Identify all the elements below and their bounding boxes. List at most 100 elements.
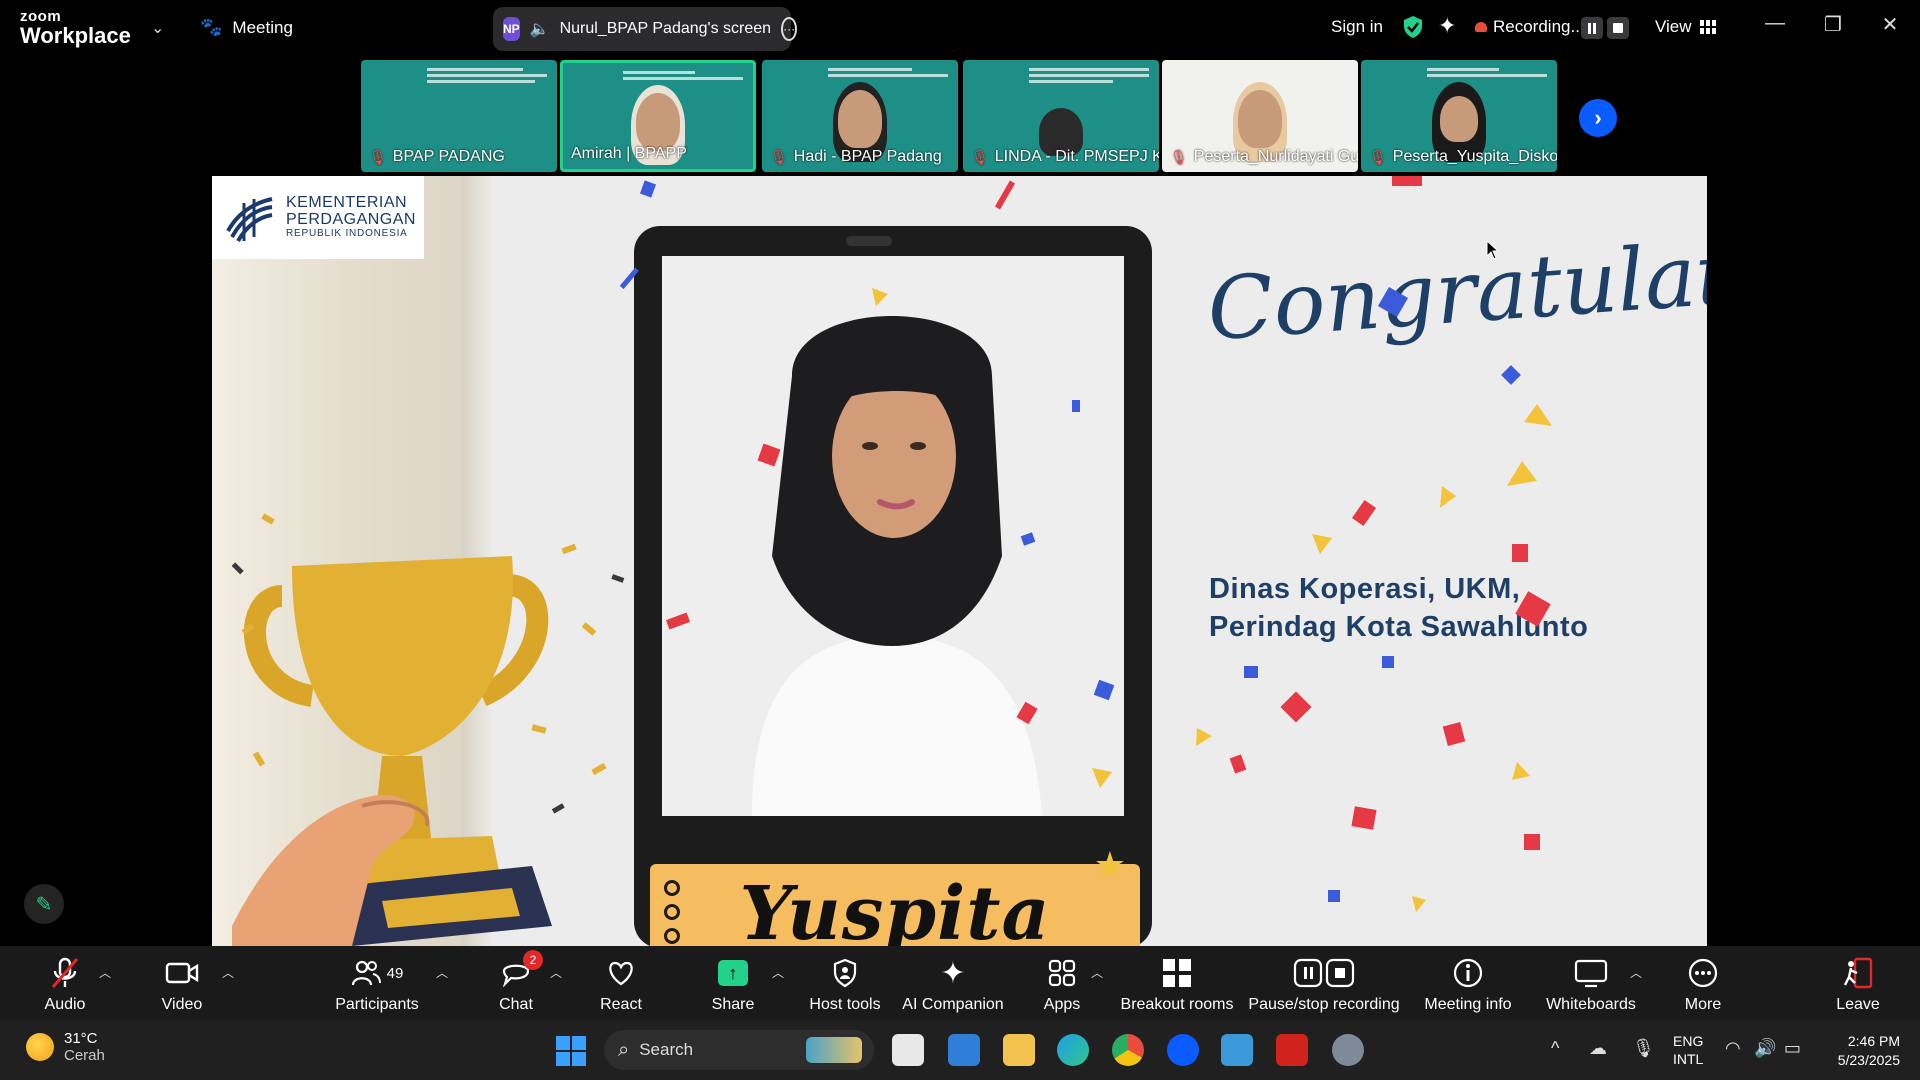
pause-stop-icon — [1293, 956, 1355, 990]
ai-sparkle-icon[interactable]: ✦ — [1438, 13, 1456, 39]
tile-content — [1029, 68, 1149, 86]
pause-stop-recording-button[interactable]: Pause/stop recording — [1248, 956, 1400, 1014]
apps-options-caret[interactable]: ︿ — [1091, 964, 1103, 981]
zoom-title-bar: zoom Workplace ⌄ 🐾 Meeting NP 🔈 Nurul_BP… — [0, 0, 1920, 56]
mic-muted-icon — [50, 956, 80, 990]
chat-icon: 2 — [501, 950, 543, 990]
battery-icon[interactable]: ▭ — [1784, 1038, 1801, 1059]
recording-indicator[interactable]: Recording... — [1475, 17, 1585, 37]
more-button[interactable]: More — [1638, 956, 1768, 1014]
volume-icon[interactable]: 🔊 — [1754, 1038, 1776, 1059]
minimize-icon[interactable]: — — [1760, 12, 1790, 35]
mic-muted-icon: 🎙 — [1170, 148, 1188, 165]
more-options-icon[interactable]: ··· — [781, 17, 798, 41]
participant-tile[interactable]: 🎙 Hadi - BPAP Padang — [762, 60, 958, 172]
participants-button[interactable]: 49 Participants — [312, 956, 442, 1014]
windows-start-icon[interactable] — [556, 1036, 586, 1066]
participant-face — [1440, 96, 1478, 142]
apps-label: Apps — [1043, 996, 1081, 1013]
language-variant: INTL — [1673, 1051, 1704, 1068]
whiteboard-icon — [1574, 956, 1608, 990]
participant-tile[interactable]: 🎙 Peserta_Yuspita_Disko... — [1361, 60, 1557, 172]
leave-door-icon — [1841, 956, 1875, 990]
meeting-menu[interactable]: 🐾 Meeting — [200, 17, 293, 38]
participant-tile[interactable]: 🎙 Peserta_Nurlidayati Gu... — [1162, 60, 1358, 172]
ai-companion-label: AI Companion — [902, 996, 1004, 1013]
edge-browser-icon[interactable] — [1057, 1034, 1089, 1066]
settings-gear-icon[interactable] — [1332, 1034, 1364, 1066]
acrobat-reader-icon[interactable] — [1276, 1034, 1308, 1066]
video-camera-icon — [165, 956, 199, 990]
zoom-workplace-logo[interactable]: zoom Workplace — [20, 9, 131, 47]
confetti-decoration — [619, 176, 1552, 912]
tile-content — [1427, 68, 1547, 80]
tray-overflow-chevron-icon[interactable]: ^ — [1551, 1038, 1559, 1059]
view-menu[interactable]: View — [1655, 17, 1716, 37]
recording-label: Recording... — [1493, 17, 1585, 36]
mic-muted-icon: 🎙 — [971, 148, 989, 165]
whiteboards-label: Whiteboards — [1546, 996, 1636, 1013]
wifi-icon[interactable]: ◠ — [1725, 1038, 1741, 1059]
close-icon[interactable]: ✕ — [1875, 12, 1905, 37]
input-language[interactable]: ENG INTL — [1673, 1032, 1703, 1068]
sign-in-link[interactable]: Sign in — [1331, 17, 1383, 37]
task-view-icon[interactable] — [892, 1034, 924, 1066]
video-options-caret[interactable]: ︿ — [222, 964, 234, 981]
annotate-button[interactable]: ✎ — [24, 884, 64, 924]
sharer-avatar: NP — [503, 17, 520, 41]
microsoft-store-icon[interactable] — [948, 1034, 980, 1066]
leave-button[interactable]: Leave — [1793, 956, 1920, 1014]
mic-muted-icon: 🎙 — [770, 148, 788, 165]
participant-name: Hadi - BPAP Padang — [793, 148, 942, 165]
shared-screen: KEMENTERIAN PERDAGANGAN REPUBLIK INDONES… — [212, 176, 1707, 946]
chrome-browser-icon[interactable] — [1112, 1034, 1144, 1066]
apps-button[interactable]: Apps — [997, 956, 1127, 1014]
pause-recording-button[interactable] — [1581, 17, 1603, 39]
onedrive-icon[interactable]: ☁ — [1589, 1038, 1607, 1059]
pencil-icon: ✎ — [35, 893, 53, 916]
system-clock[interactable]: 2:46 PM 5/23/2025 — [1820, 1032, 1900, 1070]
taskbar-search[interactable]: ⌕ Search — [604, 1030, 874, 1070]
participant-face — [838, 90, 882, 148]
breakout-rooms-label: Breakout rooms — [1120, 996, 1234, 1013]
participant-tile[interactable]: 🎙 BPAP PADANG — [361, 60, 557, 172]
participants-options-caret[interactable]: ︿ — [436, 964, 448, 981]
restore-icon[interactable]: ❐ — [1818, 12, 1848, 37]
share-text: Nurul_BPAP Padang's screen — [559, 20, 772, 37]
react-button[interactable]: React — [556, 956, 686, 1014]
filmstrip-next-button[interactable]: › — [1579, 99, 1617, 137]
zoom-app-icon[interactable] — [1167, 1034, 1199, 1066]
security-shield-icon[interactable] — [1402, 15, 1424, 39]
share-label: Share — [711, 996, 755, 1013]
screen-share-indicator[interactable]: NP 🔈 Nurul_BPAP Padang's screen ··· — [493, 7, 798, 51]
participants-icon: 49 — [351, 956, 404, 990]
participant-tile-active-speaker[interactable]: Amirah | BPAPP — [560, 60, 756, 172]
audio-options-caret[interactable]: ︿ — [99, 964, 111, 981]
photos-app-icon[interactable] — [1221, 1034, 1253, 1066]
heart-icon — [606, 956, 636, 990]
apps-icon — [1047, 956, 1077, 990]
participant-count: 49 — [386, 964, 404, 982]
stop-recording-button[interactable] — [1607, 17, 1629, 39]
breakout-rooms-button[interactable]: Breakout rooms — [1112, 956, 1242, 1014]
microphone-icon[interactable]: 🎙 — [1632, 1038, 1655, 1059]
ai-sparkle-icon: ✦ — [940, 956, 966, 990]
more-icon — [1687, 956, 1719, 990]
participant-tile[interactable]: 🎙 LINDA - Dit. PMSEPJ K... — [963, 60, 1159, 172]
breakout-rooms-icon — [1161, 956, 1193, 990]
pause-stop-label: Pause/stop recording — [1248, 996, 1400, 1013]
info-icon — [1452, 956, 1484, 990]
file-explorer-icon[interactable] — [1003, 1034, 1035, 1066]
chevron-down-icon[interactable]: ⌄ — [151, 18, 164, 38]
pause-icon — [1588, 22, 1596, 34]
paw-icon: 🐾 — [200, 17, 223, 37]
language-code: ENG — [1673, 1033, 1704, 1049]
share-screen-icon: ↑ — [718, 960, 748, 986]
weather-condition: Cerah — [64, 1047, 105, 1064]
tile-content — [623, 71, 743, 83]
meeting-info-button[interactable]: Meeting info — [1403, 956, 1533, 1014]
mic-muted-icon: 🎙 — [369, 148, 387, 165]
weather-widget[interactable]: 31°C Cerah — [26, 1030, 105, 1064]
mic-muted-icon: 🎙 — [1369, 148, 1387, 165]
participant-face — [636, 93, 680, 151]
